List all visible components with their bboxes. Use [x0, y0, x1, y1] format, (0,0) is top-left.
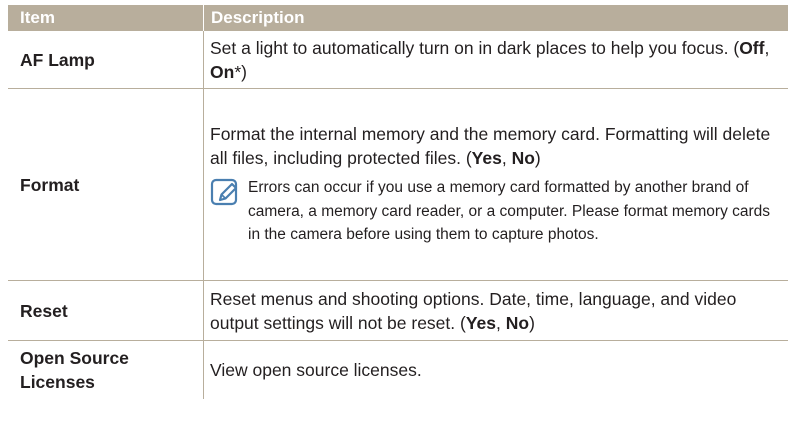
note-box: Errors can occur if you use a memory car… [210, 176, 784, 247]
desc-format: Format the internal memory and the memor… [204, 89, 788, 280]
option-no: No [505, 312, 530, 333]
table-row-reset: Reset Reset menus and shooting options. … [8, 281, 788, 341]
header-item: Item [8, 5, 204, 31]
desc-af-lamp: Set a light to automatically turn on in … [210, 37, 770, 82]
option-yes: Yes [471, 148, 502, 169]
settings-table: Item Description AF Lamp Set a light to … [8, 5, 788, 399]
item-format: Format [8, 89, 204, 280]
table-row-open-source: Open Source Licenses View open source li… [8, 341, 788, 399]
option-off: Off [739, 37, 765, 58]
item-reset: Reset [8, 281, 204, 340]
note-pencil-icon [210, 176, 246, 247]
table-row-format: Format Format the internal memory and th… [8, 89, 788, 281]
item-open-source: Open Source Licenses [8, 341, 204, 399]
header-description: Description [211, 8, 305, 27]
table-row-af-lamp: AF Lamp Set a light to automatically tur… [8, 31, 788, 89]
option-on: On [210, 61, 235, 82]
note-text: Errors can occur if you use a memory car… [248, 179, 771, 244]
item-af-lamp: AF Lamp [8, 31, 204, 88]
option-no: No [511, 148, 535, 169]
option-yes: Yes [465, 312, 497, 333]
desc-open-source: View open source licenses. [210, 360, 422, 380]
table-header: Item Description [8, 5, 788, 31]
desc-reset: Reset menus and shooting options. Date, … [210, 288, 737, 333]
